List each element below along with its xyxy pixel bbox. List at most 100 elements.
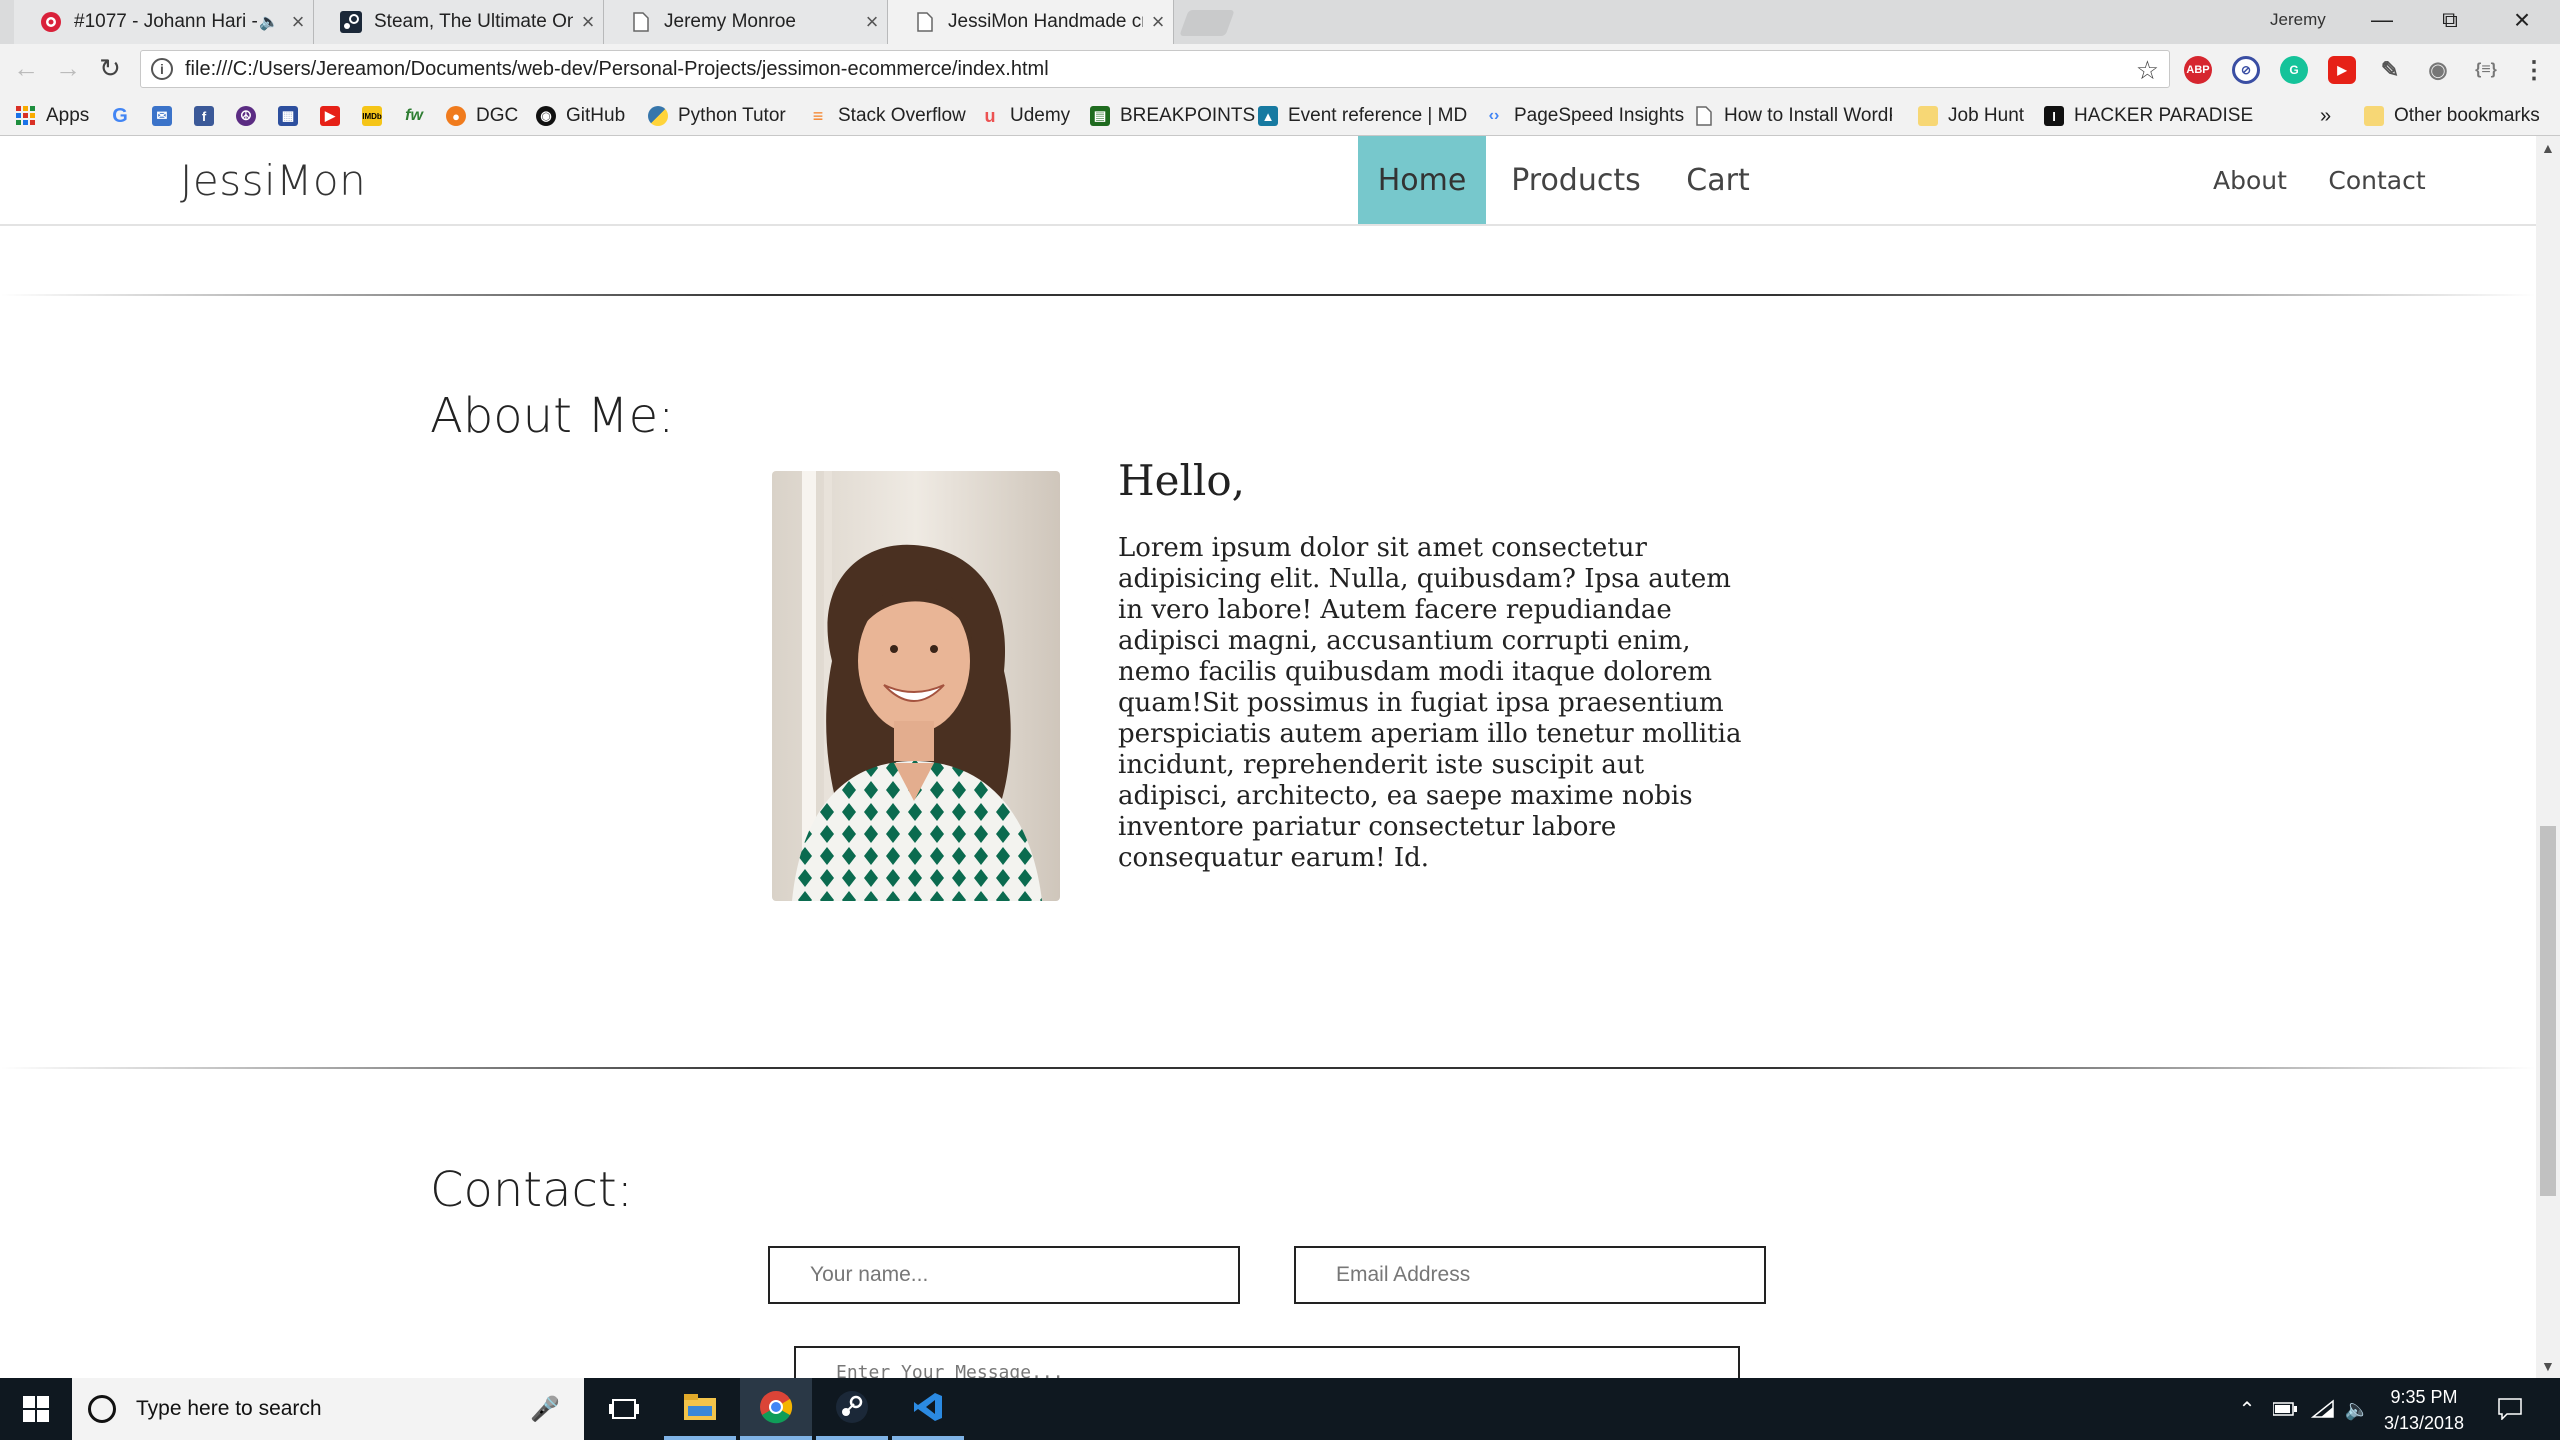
url-text[interactable]: file:///C:/Users/Jereamon/Documents/web-… [185, 58, 1049, 81]
nav-products[interactable]: Products [1498, 136, 1654, 224]
microphone-icon[interactable]: 🎤 [530, 1395, 560, 1424]
nav-about[interactable]: About [2206, 136, 2294, 224]
section-divider [0, 1067, 2536, 1069]
bookmark-pagespeed[interactable]: ‹› PageSpeed Insights [1484, 96, 1684, 136]
close-tab-icon[interactable]: × [573, 9, 603, 35]
bookmark-folder-job-hunt[interactable]: Job Hunt [1918, 96, 2024, 136]
bookmark-apps[interactable]: Apps [16, 96, 89, 136]
eyedropper-icon[interactable]: ✎ [2376, 56, 2404, 84]
nav-cart[interactable]: Cart [1676, 136, 1760, 224]
about-heading: About Me: [430, 388, 675, 444]
bookmark-label: Job Hunt [1948, 105, 2025, 126]
bookmark-hacker-paradise[interactable]: I HACKER PARADISE [2044, 96, 2253, 136]
camera-icon[interactable]: ◉ [2424, 56, 2452, 84]
speaker-icon[interactable]: 🔈 [259, 12, 279, 32]
bookmark-calendar[interactable]: ▦ [278, 96, 308, 136]
scroll-down-icon[interactable]: ▼ [2541, 1358, 2555, 1374]
reload-icon[interactable]: ↻ [90, 48, 130, 88]
bookmark-dgc[interactable]: ● DGC [446, 96, 518, 136]
bookmark-stack-overflow[interactable]: ≡ Stack Overflow [808, 96, 966, 136]
scroll-thumb[interactable] [2540, 826, 2556, 1196]
address-bar[interactable]: i file:///C:/Users/Jereamon/Documents/we… [140, 50, 2170, 88]
browser-tab[interactable]: #1077 - Johann Hari - 🔈 × [14, 0, 314, 44]
mdn-icon: ▲ [1258, 106, 1278, 126]
show-hidden-icons-icon[interactable]: ⌃ [2232, 1378, 2262, 1440]
task-view-icon[interactable] [588, 1378, 660, 1440]
chrome-icon[interactable] [740, 1378, 812, 1440]
youtube-icon[interactable]: ▶ [2328, 56, 2356, 84]
about-bio: Lorem ipsum dolor sit amet consectetur a… [1118, 533, 1742, 873]
file-explorer-icon[interactable] [664, 1378, 736, 1440]
minimize-icon[interactable]: — [2348, 0, 2416, 40]
page-icon [630, 11, 652, 33]
fw-icon: fw [405, 107, 423, 124]
bookmark-mail[interactable]: ✉ [152, 96, 182, 136]
udemy-icon: u [984, 105, 996, 126]
menu-icon[interactable]: ⋮ [2520, 56, 2548, 84]
close-window-icon[interactable]: × [2488, 0, 2556, 40]
browser-tab[interactable]: Steam, The Ultimate Onli × [314, 0, 604, 44]
back-icon[interactable]: ← [6, 48, 46, 88]
apps-grid-icon [16, 106, 36, 126]
bookmarks-overflow-button[interactable]: » [2320, 96, 2331, 136]
close-tab-icon[interactable]: × [1143, 9, 1173, 35]
wifi-icon[interactable] [2308, 1378, 2338, 1440]
windows-start-icon[interactable] [0, 1378, 72, 1440]
name-field[interactable] [768, 1246, 1240, 1304]
info-icon[interactable]: i [151, 58, 173, 80]
action-center-icon[interactable] [2488, 1378, 2532, 1440]
page-icon [1694, 106, 1714, 126]
peace-icon: ☮ [236, 106, 256, 126]
bookmark-wordpress[interactable]: How to Install WordP [1694, 96, 1892, 136]
close-tab-icon[interactable]: × [857, 9, 887, 35]
tab-title: #1077 - Johann Hari - [74, 11, 258, 32]
json-icon[interactable]: {≡} [2472, 56, 2500, 84]
brand-logo[interactable]: JessiMon [180, 156, 366, 205]
message-field[interactable] [794, 1346, 1740, 1378]
bookmark-google[interactable]: G [110, 96, 140, 136]
bookmark-breakpoints[interactable]: ▤ BREAKPOINTS [1090, 96, 1255, 136]
adblock-icon[interactable]: ABP [2184, 56, 2212, 84]
bookmark-imdb[interactable]: IMDb [362, 96, 392, 136]
page-scrollbar[interactable]: ▲ ▼ [2536, 136, 2560, 1378]
bookmark-facebook[interactable]: f [194, 96, 224, 136]
bookmark-label: DGC [476, 105, 519, 126]
nav-contact[interactable]: Contact [2322, 136, 2432, 224]
email-field[interactable] [1294, 1246, 1766, 1304]
steam-icon[interactable] [816, 1378, 888, 1440]
close-tab-icon[interactable]: × [283, 9, 313, 35]
forward-icon[interactable]: → [48, 48, 88, 88]
nav-home[interactable]: Home [1358, 136, 1486, 224]
battery-icon[interactable] [2270, 1378, 2300, 1440]
imdb-icon: IMDb [362, 106, 382, 126]
browser-tab[interactable]: Jeremy Monroe × [604, 0, 888, 44]
bookmark-star-icon[interactable]: ☆ [2136, 55, 2159, 86]
restore-icon[interactable]: ⧉ [2416, 0, 2484, 40]
clock-time: 9:35 PM [2390, 1387, 2458, 1407]
contact-heading: Contact: [430, 1162, 633, 1218]
bookmark-peace[interactable]: ☮ [236, 96, 266, 136]
taskbar-search[interactable]: Type here to search 🎤 [72, 1378, 584, 1440]
dgc-icon: ● [446, 106, 466, 126]
bookmark-fw[interactable]: fw [404, 96, 434, 136]
bookmark-mdn[interactable]: ▲ Event reference | MD [1258, 96, 1467, 136]
browser-tab-active[interactable]: JessiMon Handmade cra × [888, 0, 1174, 44]
windows-taskbar: Type here to search 🎤 ⌃ 🔈 9:35 PM 3/13/2… [0, 1378, 2560, 1440]
other-bookmarks[interactable]: Other bookmarks [2364, 96, 2540, 136]
new-tab-button[interactable] [1179, 10, 1235, 36]
grammarly-icon[interactable]: G [2280, 56, 2308, 84]
scroll-up-icon[interactable]: ▲ [2541, 140, 2555, 156]
page-icon [914, 11, 936, 33]
block-icon[interactable]: ⊘ [2232, 56, 2260, 84]
taskbar-clock[interactable]: 9:35 PM 3/13/2018 [2364, 1384, 2484, 1436]
bookmark-python-tutor[interactable]: Python Tutor [648, 96, 786, 136]
bookmark-youtube[interactable]: ▶ [320, 96, 350, 136]
profile-name[interactable]: Jeremy [2270, 10, 2326, 30]
bookmark-label: BREAKPOINTS [1120, 105, 1256, 126]
vscode-icon[interactable] [892, 1378, 964, 1440]
tab-title: Steam, The Ultimate Onli [374, 11, 573, 32]
bookmark-github[interactable]: ◉ GitHub [536, 96, 625, 136]
calendar-icon: ▦ [278, 106, 298, 126]
bookmark-udemy[interactable]: u Udemy [980, 96, 1071, 136]
site-navbar: JessiMon Home Products Cart About Contac… [0, 136, 2536, 226]
